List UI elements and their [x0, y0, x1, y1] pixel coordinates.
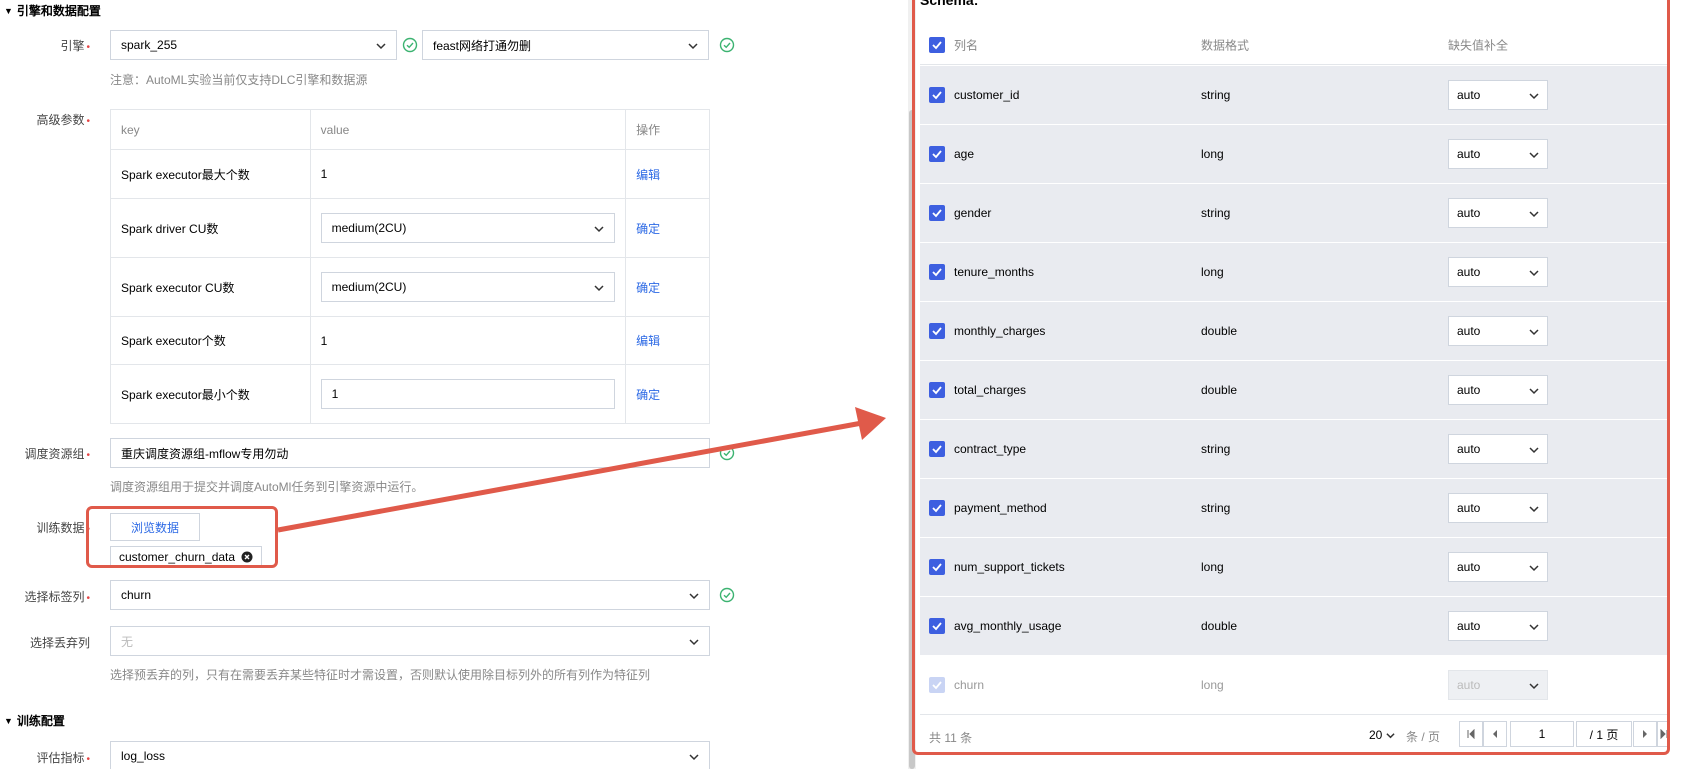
- annotation-highlight-box: [912, 0, 1670, 755]
